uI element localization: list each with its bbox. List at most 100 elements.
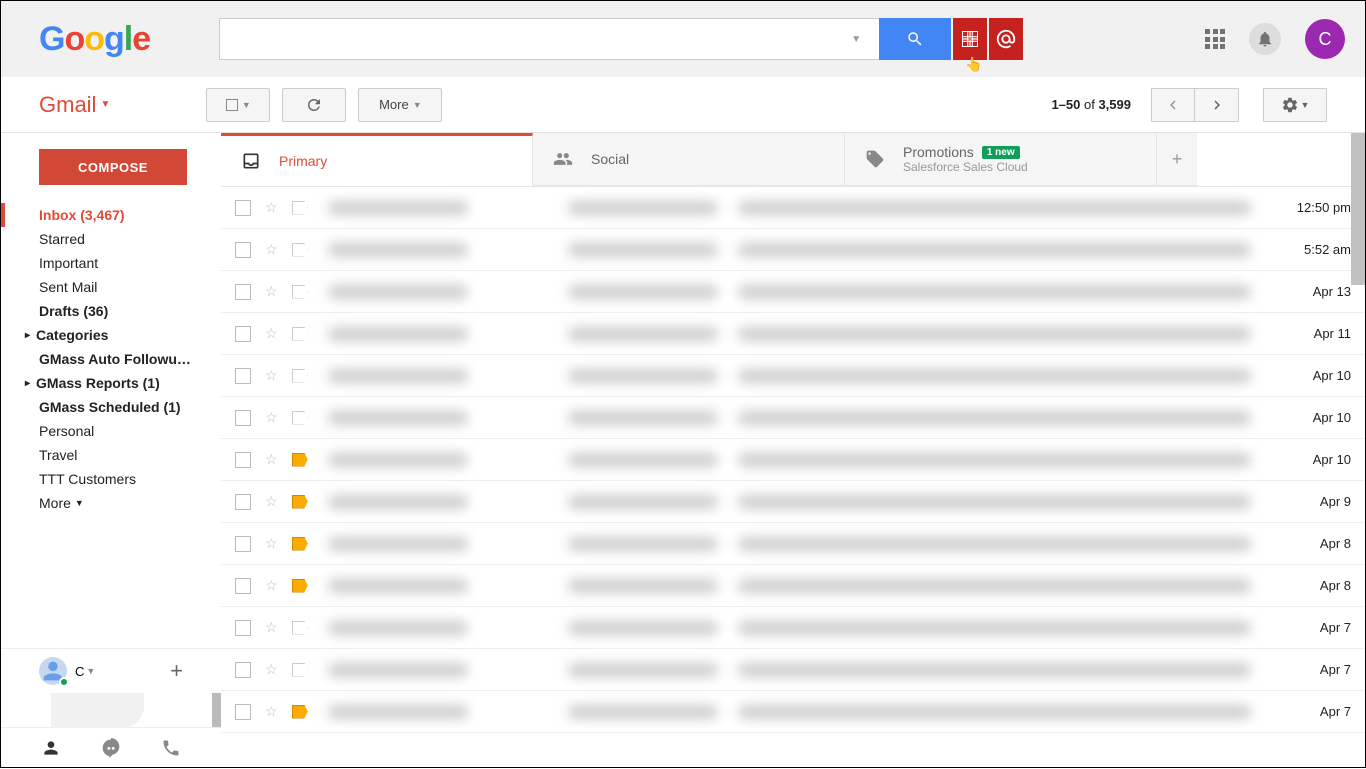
tab-primary[interactable]: Primary [221, 133, 533, 186]
apps-icon[interactable] [1205, 29, 1225, 49]
email-row[interactable]: ☆Apr 10 [221, 355, 1365, 397]
importance-marker[interactable] [292, 453, 308, 467]
row-checkbox[interactable] [235, 578, 251, 594]
importance-marker[interactable] [292, 663, 308, 677]
importance-marker[interactable] [292, 243, 308, 257]
hangouts-tab[interactable] [101, 738, 121, 763]
sidebar-item-6[interactable]: GMass Auto Followu… [1, 347, 221, 371]
refresh-button[interactable] [282, 88, 346, 122]
header-right: C [1205, 19, 1345, 59]
row-checkbox[interactable] [235, 410, 251, 426]
star-icon[interactable]: ☆ [265, 409, 278, 426]
row-checkbox[interactable] [235, 536, 251, 552]
row-checkbox[interactable] [235, 704, 251, 720]
star-icon[interactable]: ☆ [265, 577, 278, 594]
importance-marker[interactable] [292, 369, 308, 383]
tab-promotions[interactable]: Promotions 1 new Salesforce Sales Cloud [845, 133, 1157, 186]
importance-marker[interactable] [292, 537, 308, 551]
sidebar-item-0[interactable]: Inbox (3,467) [1, 203, 221, 227]
sidebar-item-10[interactable]: Travel [1, 443, 221, 467]
sidebar-item-3[interactable]: Sent Mail [1, 275, 221, 299]
account-avatar[interactable]: C [1305, 19, 1345, 59]
email-row[interactable]: ☆Apr 7 [221, 607, 1365, 649]
gmass-at-button[interactable] [989, 18, 1023, 60]
star-icon[interactable]: ☆ [265, 619, 278, 636]
sidebar-item-4[interactable]: Drafts (36) [1, 299, 221, 323]
add-tab-button[interactable]: + [1157, 133, 1197, 186]
gmass-grid-button[interactable]: 👆 [953, 18, 987, 60]
notifications-button[interactable] [1249, 23, 1281, 55]
email-row[interactable]: ☆12:50 pm [221, 187, 1365, 229]
email-row[interactable]: ☆Apr 8 [221, 565, 1365, 607]
importance-marker[interactable] [292, 579, 308, 593]
search-options-dropdown[interactable]: ▼ [843, 34, 869, 45]
star-icon[interactable]: ☆ [265, 703, 278, 720]
sidebar-item-2[interactable]: Important [1, 251, 221, 275]
importance-marker[interactable] [292, 495, 308, 509]
select-all-dropdown[interactable]: ▼ [206, 88, 270, 122]
prev-page-button[interactable] [1151, 88, 1195, 122]
star-icon[interactable]: ☆ [265, 535, 278, 552]
next-page-button[interactable] [1195, 88, 1239, 122]
snippet-blurred [738, 621, 1251, 635]
importance-marker[interactable] [292, 705, 308, 719]
star-icon[interactable]: ☆ [265, 367, 278, 384]
phone-tab[interactable] [161, 738, 181, 763]
email-row[interactable]: ☆Apr 13 [221, 271, 1365, 313]
importance-marker[interactable] [292, 285, 308, 299]
search-box: ▼ [219, 18, 879, 60]
subject-blurred [568, 537, 718, 551]
star-icon[interactable]: ☆ [265, 241, 278, 258]
add-contact-button[interactable]: + [170, 658, 183, 684]
google-logo[interactable]: Google [39, 20, 150, 59]
star-icon[interactable]: ☆ [265, 325, 278, 342]
compose-button[interactable]: COMPOSE [39, 149, 187, 185]
email-row[interactable]: ☆Apr 11 [221, 313, 1365, 355]
settings-dropdown[interactable]: ▼ [1263, 88, 1327, 122]
email-row[interactable]: ☆Apr 7 [221, 649, 1365, 691]
search-input[interactable] [230, 30, 843, 48]
importance-marker[interactable] [292, 411, 308, 425]
sidebar-item-1[interactable]: Starred [1, 227, 221, 251]
importance-marker[interactable] [292, 621, 308, 635]
star-icon[interactable]: ☆ [265, 451, 278, 468]
row-checkbox[interactable] [235, 494, 251, 510]
search-button[interactable] [879, 18, 951, 60]
sidebar-item-9[interactable]: Personal [1, 419, 221, 443]
scrollbar[interactable] [1351, 133, 1365, 285]
more-dropdown[interactable]: More▼ [358, 88, 442, 122]
email-row[interactable]: ☆5:52 am [221, 229, 1365, 271]
email-row[interactable]: ☆Apr 9 [221, 481, 1365, 523]
row-checkbox[interactable] [235, 368, 251, 384]
contacts-tab[interactable] [41, 738, 61, 763]
star-icon[interactable]: ☆ [265, 199, 278, 216]
tab-promotions-sub: Salesforce Sales Cloud [903, 160, 1028, 174]
sidebar-item-11[interactable]: TTT Customers [1, 467, 221, 491]
header: Google ▼ 👆 C [1, 1, 1365, 77]
row-checkbox[interactable] [235, 620, 251, 636]
email-row[interactable]: ☆Apr 10 [221, 397, 1365, 439]
sidebar-item-12[interactable]: More▼ [1, 491, 221, 515]
grid-icon [960, 29, 980, 49]
star-icon[interactable]: ☆ [265, 283, 278, 300]
tab-social[interactable]: Social [533, 133, 845, 186]
row-checkbox[interactable] [235, 284, 251, 300]
chat-user-row[interactable]: C ▼ + [1, 648, 221, 693]
importance-marker[interactable] [292, 201, 308, 215]
row-checkbox[interactable] [235, 242, 251, 258]
email-row[interactable]: ☆Apr 7 [221, 691, 1365, 733]
sidebar-item-5[interactable]: ▸Categories [1, 323, 221, 347]
star-icon[interactable]: ☆ [265, 661, 278, 678]
importance-marker[interactable] [292, 327, 308, 341]
sidebar-item-8[interactable]: GMass Scheduled (1) [1, 395, 221, 419]
gmail-dropdown[interactable]: Gmail▼ [39, 92, 110, 118]
row-checkbox[interactable] [235, 200, 251, 216]
email-row[interactable]: ☆Apr 8 [221, 523, 1365, 565]
row-checkbox[interactable] [235, 326, 251, 342]
sidebar-item-7[interactable]: ▸GMass Reports (1) [1, 371, 221, 395]
star-icon[interactable]: ☆ [265, 493, 278, 510]
row-checkbox[interactable] [235, 452, 251, 468]
row-checkbox[interactable] [235, 662, 251, 678]
email-row[interactable]: ☆Apr 10 [221, 439, 1365, 481]
chevron-right-icon [1208, 96, 1226, 114]
